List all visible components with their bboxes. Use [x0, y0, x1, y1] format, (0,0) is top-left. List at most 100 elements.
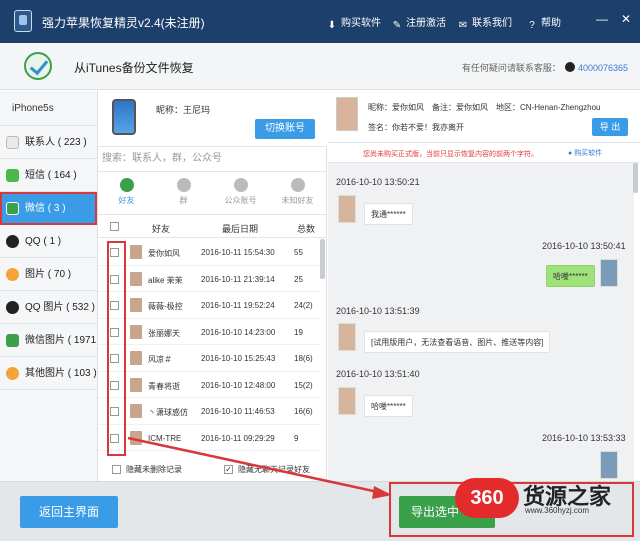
message-timestamp: 2016-10-10 13:51:40 — [336, 369, 420, 379]
qq-photos-icon — [6, 301, 19, 314]
list-options: 隐藏未删除记录 ✓ 隐藏无聊天记录好友 — [98, 464, 327, 478]
friend-table: 爱你如风 2016-10-11 15:54:30 55 alike 茉茉 2016-1… — [98, 239, 320, 451]
chat-panel: 昵称：爱你如风 备注：爱你如风 地区：CN-Henan-Zhengzhou 签名… — [328, 91, 640, 481]
back-to-main-button[interactable]: 返回主界面 — [20, 496, 118, 528]
qq-icon — [6, 235, 19, 248]
sidebar-item-photos[interactable]: 图片 ( 70 ) — [0, 258, 97, 291]
message-bubble: 我通****** — [364, 203, 413, 225]
other-photos-icon — [6, 367, 19, 380]
message-bubble: 哈喽****** — [364, 395, 413, 417]
support-qq-link[interactable]: 4000076365 — [578, 63, 628, 73]
account-nickname: 昵称：王尼玛 — [156, 105, 211, 115]
wechat-photos-icon — [6, 334, 19, 347]
register-button[interactable]: ✎ 注册激活 — [391, 14, 446, 32]
switch-account-button[interactable]: 切换账号 — [255, 119, 315, 139]
hide-empty-label: 隐藏无聊天记录好友 — [238, 465, 310, 474]
hide-empty-checkbox[interactable]: ✓ — [224, 465, 233, 474]
window-title: 强力苹果恢复精灵v2.4(未注册) — [42, 16, 205, 30]
trial-notice: 您尚未购买正式版，当前只显示恢复内容的前两个字符。 ● 购买软件 — [328, 143, 640, 163]
avatar — [338, 387, 356, 415]
tab-official-accounts[interactable]: 公众账号 — [212, 173, 269, 215]
tab-unknown-friends[interactable]: 未知好友 — [269, 173, 326, 215]
device-name: iPhone5s — [0, 91, 97, 126]
contacts-icon — [6, 136, 19, 149]
sidebar-item-wechat-photos[interactable]: 微信图片 ( 1971 ) — [0, 324, 102, 357]
sidebar-item-other-photos[interactable]: 其他图片 ( 103 ) — [0, 357, 97, 390]
wechat-icon — [6, 202, 19, 215]
friend-list-panel: 昵称：王尼玛 切换账号 搜索：联系人，群，公众号 好友 群 公众账号 未知好友 … — [98, 91, 327, 481]
contact-icon: ✉ — [458, 20, 468, 31]
official-account-icon — [233, 178, 248, 192]
checkbox-highlight-box — [107, 241, 126, 456]
table-row[interactable]: 青春将逝 2016-10-10 12:48:00 15(2) — [98, 372, 320, 398]
friend-icon — [119, 178, 134, 192]
table-row[interactable]: 薇薇-极控 2016-10-11 19:52:24 24(2) — [98, 292, 320, 319]
page-title: 从iTunes备份文件恢复 — [74, 61, 194, 75]
account-info: 昵称：王尼玛 切换账号 — [98, 91, 327, 146]
table-row[interactable]: 张丽娜天 2016-10-10 14:23:00 19 — [98, 319, 320, 345]
contact-info: 昵称：爱你如风 备注：爱你如风 地区：CN-Henan-Zhengzhou — [368, 103, 601, 112]
column-header-friend: 好友 — [152, 224, 171, 234]
contact-avatar — [336, 97, 358, 131]
avatar — [338, 195, 356, 223]
avatar — [130, 245, 142, 259]
contact-us-button[interactable]: ✉ 联系我们 — [457, 14, 512, 32]
table-row[interactable]: ICM-TRE 2016-10-11 09:29:29 9 — [98, 425, 320, 451]
list-scrollbar[interactable] — [320, 239, 325, 279]
minimize-button[interactable]: — — [596, 13, 608, 25]
sidebar-item-qq-photos[interactable]: QQ 图片 ( 532 ) — [0, 291, 97, 324]
group-icon — [176, 178, 191, 192]
table-row[interactable]: 爱你如风 2016-10-11 15:54:30 55 — [98, 239, 320, 266]
table-row[interactable]: 风凉＃ 2016-10-10 15:25:43 18(6) — [98, 345, 320, 372]
photos-icon — [6, 268, 19, 281]
page-header: 从iTunes备份文件恢复 有任何疑问请联系客服： 4000076365 — [0, 43, 640, 90]
watermark: 360 货源之家 www.360hyzj.com — [455, 478, 638, 518]
watermark-badge: 360 — [455, 478, 519, 518]
chat-header: 昵称：爱你如风 备注：爱你如风 地区：CN-Henan-Zhengzhou 签名… — [328, 91, 640, 143]
select-all-checkbox[interactable] — [110, 222, 119, 231]
support-info: 有任何疑问请联系客服： 4000076365 — [461, 62, 628, 73]
column-header-date: 最后日期 — [222, 224, 259, 234]
message-timestamp: 2016-10-10 13:50:21 — [336, 177, 420, 187]
avatar — [130, 430, 142, 445]
qq-icon — [564, 62, 575, 72]
avatar — [130, 298, 142, 312]
sidebar-item-wechat[interactable]: 微信 ( 3 ) — [0, 192, 97, 225]
avatar — [600, 259, 618, 287]
message-timestamp: 2016-10-10 13:51:39 — [336, 306, 420, 316]
phone-icon — [112, 99, 136, 135]
trial-warning-text: 您尚未购买正式版，当前只显示恢复内容的前两个字符。 — [363, 151, 538, 158]
close-button[interactable]: ✕ — [620, 13, 632, 25]
tab-groups[interactable]: 群 — [155, 173, 212, 215]
title-bar: 强力苹果恢复精灵v2.4(未注册) ⬇ 购买软件 ✎ 注册激活 ✉ 联系我们 ? 帮助 … — [0, 0, 640, 43]
category-tabs: 好友 群 公众账号 未知好友 — [98, 173, 327, 215]
buy-icon: ⬇ — [327, 20, 337, 31]
sidebar-item-contacts[interactable]: 联系人 ( 223 ) — [0, 126, 97, 159]
table-row[interactable]: 丶潇球惑仿 2016-10-10 11:46:53 16(6) — [98, 398, 320, 425]
register-icon: ✎ — [392, 20, 402, 31]
avatar — [130, 271, 142, 286]
app-logo-icon — [14, 10, 32, 32]
buy-software-button[interactable]: ⬇ 购买软件 — [326, 14, 381, 32]
itunes-restore-icon — [24, 52, 52, 80]
hide-deleted-checkbox[interactable] — [112, 465, 121, 474]
sidebar-item-sms[interactable]: 短信 ( 164 ) — [0, 159, 97, 192]
message-list: 2016-10-10 13:50:21 我通****** 2016-10-10 … — [328, 163, 634, 481]
watermark-url: www.360hyzj.com — [525, 506, 590, 515]
help-button[interactable]: ? 帮助 — [526, 14, 561, 32]
avatar — [130, 404, 142, 418]
table-row[interactable]: alike 茉茉 2016-10-11 21:39:14 25 — [98, 266, 320, 292]
tab-friends[interactable]: 好友 — [98, 173, 155, 215]
avatar — [130, 351, 142, 365]
sidebar-item-qq[interactable]: QQ ( 1 ) — [0, 225, 97, 258]
sidebar: iPhone5s 联系人 ( 223 ) 短信 ( 164 ) 微信 ( 3 )… — [0, 91, 102, 481]
message-bubble: 哈喽****** — [546, 265, 595, 287]
chat-scrollbar[interactable] — [633, 163, 638, 193]
contact-signature: 签名：你若不爱！我亦离开 — [368, 123, 464, 132]
search-input[interactable]: 搜索：联系人，群，公众号 — [98, 146, 327, 172]
buy-software-link[interactable]: ● 购买软件 — [568, 148, 602, 158]
avatar — [600, 451, 618, 479]
export-chat-button[interactable]: 导 出 — [592, 118, 628, 136]
unknown-friend-icon — [290, 178, 305, 192]
table-header: 好友 最后日期 总数 — [98, 216, 327, 238]
